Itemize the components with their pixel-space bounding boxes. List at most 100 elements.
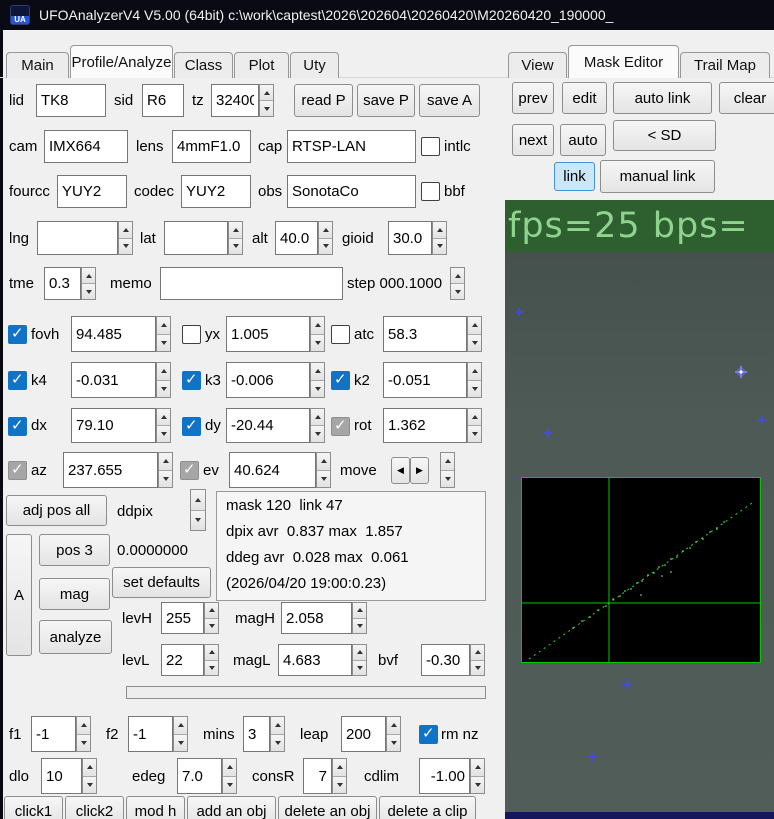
k3-checkbox[interactable] — [182, 370, 201, 390]
k4-checkbox[interactable] — [8, 370, 27, 390]
spinner-down-button[interactable] — [271, 733, 284, 751]
move-spinner[interactable] — [440, 452, 455, 488]
lng-spinner[interactable] — [118, 221, 133, 255]
yx-checkbox[interactable] — [182, 325, 201, 344]
tab-view[interactable]: View — [508, 52, 567, 78]
spinner-up-button[interactable] — [317, 453, 330, 470]
dx-field[interactable] — [71, 408, 156, 443]
dx-checkbox[interactable] — [8, 416, 27, 436]
spinner-down-button[interactable] — [471, 775, 484, 793]
spinner-down-button[interactable] — [317, 469, 330, 487]
adj-pos-all-button[interactable]: adj pos all — [6, 495, 107, 526]
k2-field[interactable] — [383, 362, 467, 398]
lens-field[interactable] — [172, 130, 251, 163]
spinner-down-button[interactable] — [311, 379, 324, 397]
gioid-spinner[interactable] — [432, 221, 447, 255]
delete-a-clip-button[interactable]: delete a clip — [379, 796, 476, 819]
spinner-up-button[interactable] — [468, 363, 481, 380]
codec-field[interactable] — [181, 175, 251, 208]
spinner-up-button[interactable] — [311, 363, 324, 380]
click2-button[interactable]: click2 — [65, 796, 124, 819]
mins-spinner[interactable] — [270, 716, 285, 752]
spinner-down-button[interactable] — [311, 333, 324, 351]
fovh-field[interactable] — [71, 316, 156, 352]
leap-field[interactable] — [341, 716, 386, 752]
spinner-down-button[interactable] — [353, 659, 366, 675]
fourcc-field[interactable] — [57, 175, 127, 208]
lng-field[interactable] — [37, 221, 118, 255]
tab-main[interactable]: Main — [6, 52, 69, 78]
spinner-down-button[interactable] — [223, 775, 236, 793]
alt-spinner[interactable] — [318, 221, 333, 255]
mins-field[interactable] — [243, 716, 270, 752]
spinner-down-button[interactable] — [433, 237, 446, 254]
tz-field[interactable] — [211, 84, 259, 117]
spinner-up-button[interactable] — [223, 759, 236, 776]
tme-spinner[interactable] — [81, 267, 96, 300]
tme-field[interactable] — [44, 267, 81, 300]
bvf-field[interactable] — [421, 644, 470, 676]
spinner-up-button[interactable] — [205, 645, 218, 660]
levl-spinner[interactable] — [204, 644, 219, 676]
spinner-down-button[interactable] — [353, 617, 366, 633]
spinner-up-button[interactable] — [441, 453, 454, 470]
spinner-down-button[interactable] — [441, 469, 454, 487]
analyze-button[interactable]: analyze — [39, 620, 112, 654]
read-profile-button[interactable]: read P — [294, 84, 353, 117]
spinner-up-button[interactable] — [174, 717, 187, 734]
dy-spinner[interactable] — [310, 408, 325, 443]
clear-button[interactable]: clear — [719, 82, 774, 114]
auto-link-button[interactable]: auto link — [613, 82, 712, 114]
spinner-up-button[interactable] — [77, 717, 90, 734]
tab-mask-editor[interactable]: Mask Editor — [568, 45, 679, 78]
levl-field[interactable] — [161, 644, 204, 676]
spinner-down-button[interactable] — [77, 733, 90, 751]
bvf-spinner[interactable] — [470, 644, 485, 676]
tab-profile-analyze[interactable]: Profile/Analyze — [70, 45, 173, 78]
add-an-obj-button[interactable]: add an obj — [187, 796, 276, 819]
ev-spinner[interactable] — [316, 452, 331, 488]
spinner-up-button[interactable] — [157, 317, 170, 334]
sid-field[interactable] — [142, 84, 184, 117]
dy-field[interactable] — [226, 408, 310, 443]
yx-field[interactable] — [226, 316, 310, 352]
spinner-down-button[interactable] — [260, 100, 273, 116]
tab-plot[interactable]: Plot — [234, 52, 289, 78]
k2-checkbox[interactable] — [331, 370, 350, 390]
spinner-down-button[interactable] — [174, 733, 187, 751]
consr-field[interactable] — [303, 758, 332, 794]
edeg-spinner[interactable] — [222, 758, 237, 794]
spinner-down-button[interactable] — [119, 237, 132, 254]
video-frame[interactable]: fps=25 bps= — [505, 200, 774, 819]
magl-field[interactable] — [278, 644, 352, 676]
tab-uty[interactable]: Uty — [290, 52, 339, 78]
save-profile-button[interactable]: save P — [357, 84, 415, 117]
cap-field[interactable] — [287, 130, 416, 163]
spinner-up-button[interactable] — [333, 759, 346, 776]
lid-field[interactable] — [36, 84, 106, 117]
rm-nz-checkbox[interactable] — [419, 724, 438, 744]
consr-spinner[interactable] — [332, 758, 347, 794]
dy-checkbox[interactable] — [182, 416, 201, 436]
ev-checkbox[interactable] — [180, 460, 199, 480]
k4-spinner[interactable] — [156, 362, 171, 398]
spinner-up-button[interactable] — [157, 363, 170, 380]
spinner-up-button[interactable] — [83, 759, 96, 776]
spinner-up-button[interactable] — [471, 759, 484, 776]
spinner-down-button[interactable] — [205, 659, 218, 675]
spinner-up-button[interactable] — [451, 268, 464, 283]
prev-button[interactable]: prev — [512, 82, 554, 114]
cdlim-spinner[interactable] — [470, 758, 485, 794]
ev-field[interactable] — [229, 452, 316, 488]
spinner-up-button[interactable] — [157, 409, 170, 425]
sd-button[interactable]: < SD — [613, 120, 716, 151]
f1-field[interactable] — [31, 716, 76, 752]
spinner-up-button[interactable] — [205, 603, 218, 618]
spinner-down-button[interactable] — [205, 617, 218, 633]
click1-button[interactable]: click1 — [4, 796, 63, 819]
spinner-down-button[interactable] — [157, 379, 170, 397]
obs-field[interactable] — [287, 175, 416, 208]
atc-checkbox[interactable] — [331, 325, 350, 344]
k3-field[interactable] — [226, 362, 310, 398]
spinner-down-button[interactable] — [333, 775, 346, 793]
